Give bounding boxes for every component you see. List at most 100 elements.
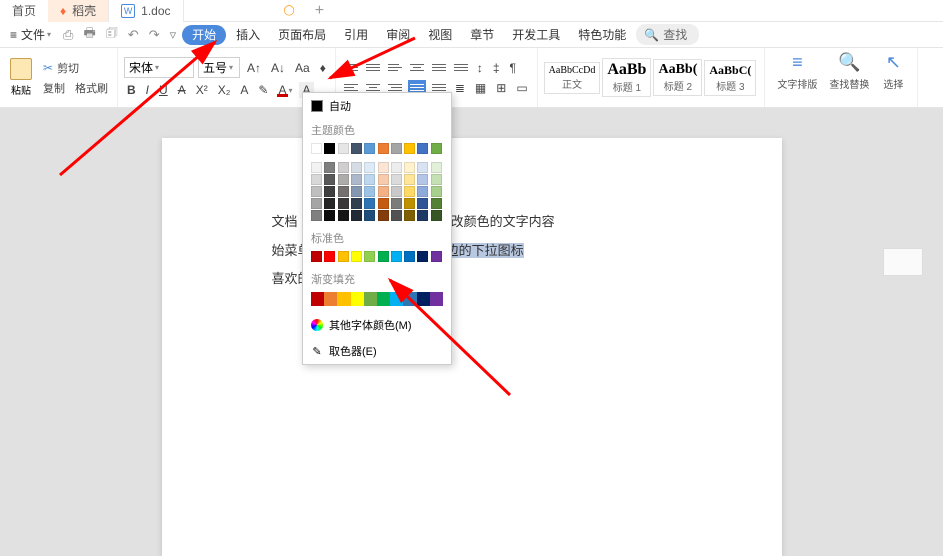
color-swatch[interactable] — [377, 292, 390, 306]
file-menu[interactable]: ≡ 文件 ▾ — [4, 26, 57, 43]
tab-document[interactable]: W 1.doc — [108, 0, 183, 22]
color-swatch[interactable] — [378, 143, 389, 154]
paste-button[interactable]: 粘贴 — [6, 58, 36, 97]
color-swatch[interactable] — [338, 174, 349, 185]
document-page[interactable]: 文档 进入页面 选中需要更改颜色的文字内容 始菜单栏中 单击字体颜色旁边的下拉图… — [162, 138, 782, 556]
color-swatch[interactable] — [311, 292, 324, 306]
color-swatch[interactable] — [364, 143, 375, 154]
color-swatch[interactable] — [417, 186, 428, 197]
color-swatch[interactable] — [311, 174, 322, 185]
strike-button[interactable]: A — [175, 82, 189, 98]
color-auto-item[interactable]: 自动 — [303, 93, 451, 119]
color-swatch[interactable] — [324, 210, 335, 221]
shrink-font-button[interactable]: A↓ — [268, 60, 288, 76]
color-swatch[interactable] — [417, 198, 428, 209]
find-replace-button[interactable]: 🔍 查找替换 — [823, 50, 875, 105]
menu-review[interactable]: 审阅 — [378, 22, 418, 48]
tab-docao[interactable]: ♦ 稻壳 — [48, 0, 108, 22]
numbering-button[interactable] — [364, 60, 382, 76]
color-swatch[interactable] — [390, 292, 403, 306]
color-swatch[interactable] — [404, 143, 415, 154]
color-swatch[interactable] — [431, 186, 442, 197]
color-swatch[interactable] — [324, 143, 335, 154]
vip-icon[interactable]: ◯ — [284, 5, 295, 16]
color-swatch[interactable] — [417, 162, 428, 173]
color-swatch[interactable] — [351, 251, 362, 262]
menu-view[interactable]: 视图 — [420, 22, 460, 48]
print-icon[interactable]: 🖶 — [79, 24, 99, 46]
menu-pagelayout[interactable]: 页面布局 — [270, 22, 334, 48]
color-swatch[interactable] — [324, 198, 335, 209]
tab-add[interactable]: + — [307, 2, 332, 20]
color-swatch[interactable] — [431, 162, 442, 173]
color-swatch[interactable] — [417, 292, 430, 306]
color-swatch[interactable] — [404, 251, 415, 262]
color-swatch[interactable] — [351, 292, 364, 306]
subscript-button[interactable]: X₂ — [215, 82, 234, 98]
color-swatch[interactable] — [338, 251, 349, 262]
text-effects-button[interactable]: A — [237, 82, 251, 98]
save-icon[interactable]: ⎙ — [59, 27, 77, 43]
color-swatch[interactable] — [378, 162, 389, 173]
copy-button[interactable]: 复制 — [40, 79, 68, 97]
color-swatch[interactable] — [364, 174, 375, 185]
undo-icon[interactable]: ↶ — [124, 27, 143, 43]
line-spacing-button[interactable]: ‡ — [490, 60, 503, 76]
preview-icon[interactable]: 🗊 — [102, 24, 122, 46]
color-swatch[interactable] — [378, 186, 389, 197]
format-painter-button[interactable]: 格式刷 — [72, 79, 111, 97]
align-left-button[interactable] — [386, 60, 404, 76]
color-swatch[interactable] — [391, 251, 402, 262]
color-swatch[interactable] — [364, 251, 375, 262]
bold-button[interactable]: B — [124, 82, 139, 98]
cut-button[interactable]: ✂ 剪切 — [40, 59, 111, 77]
color-swatch[interactable] — [311, 162, 322, 173]
select-button[interactable]: ↖ 选择 — [875, 50, 911, 105]
font-color-button[interactable]: A▾ — [275, 82, 295, 98]
italic-button[interactable]: I — [143, 82, 152, 98]
spacing-button[interactable]: ≣ — [452, 80, 468, 96]
font-size-combo[interactable]: 五号▾ — [198, 57, 240, 78]
dropdown-icon[interactable]: ▿ — [166, 27, 181, 43]
shading-button[interactable]: ▦ — [472, 80, 489, 96]
color-swatch[interactable] — [324, 186, 335, 197]
color-swatch[interactable] — [338, 143, 349, 154]
color-swatch[interactable] — [417, 210, 428, 221]
color-swatch[interactable] — [364, 186, 375, 197]
color-swatch[interactable] — [431, 143, 442, 154]
color-swatch[interactable] — [391, 198, 402, 209]
color-swatch[interactable] — [364, 162, 375, 173]
color-swatch[interactable] — [378, 174, 389, 185]
color-swatch[interactable] — [378, 251, 389, 262]
color-swatch[interactable] — [391, 174, 402, 185]
eyedropper-item[interactable]: ✎ 取色器(E) — [303, 338, 451, 364]
color-swatch[interactable] — [417, 251, 428, 262]
color-swatch[interactable] — [378, 198, 389, 209]
color-swatch[interactable] — [430, 292, 443, 306]
color-swatch[interactable] — [311, 186, 322, 197]
underline-button[interactable]: U — [156, 82, 171, 98]
color-swatch[interactable] — [351, 186, 362, 197]
color-swatch[interactable] — [338, 162, 349, 173]
style-heading3[interactable]: AaBbC( 标题 3 — [704, 60, 756, 96]
bullets-button[interactable] — [342, 60, 360, 76]
color-swatch[interactable] — [431, 174, 442, 185]
color-swatch[interactable] — [403, 292, 416, 306]
color-swatch[interactable] — [404, 174, 415, 185]
menu-reference[interactable]: 引用 — [336, 22, 376, 48]
menu-section[interactable]: 章节 — [462, 22, 502, 48]
color-swatch[interactable] — [338, 186, 349, 197]
search-box[interactable]: 🔍 查找 — [636, 24, 699, 45]
color-swatch[interactable] — [311, 198, 322, 209]
color-swatch[interactable] — [417, 143, 428, 154]
color-swatch[interactable] — [404, 186, 415, 197]
color-swatch[interactable] — [311, 143, 322, 154]
more-colors-item[interactable]: 其他字体颜色(M) — [303, 312, 451, 338]
color-swatch[interactable] — [364, 292, 377, 306]
font-name-combo[interactable]: 宋体▾ — [124, 57, 194, 78]
text-layout-button[interactable]: ≡ 文字排版 — [771, 50, 823, 105]
color-swatch[interactable] — [391, 143, 402, 154]
color-swatch[interactable] — [351, 143, 362, 154]
color-swatch[interactable] — [311, 210, 322, 221]
clear-format-button[interactable]: ♦ — [317, 60, 329, 76]
